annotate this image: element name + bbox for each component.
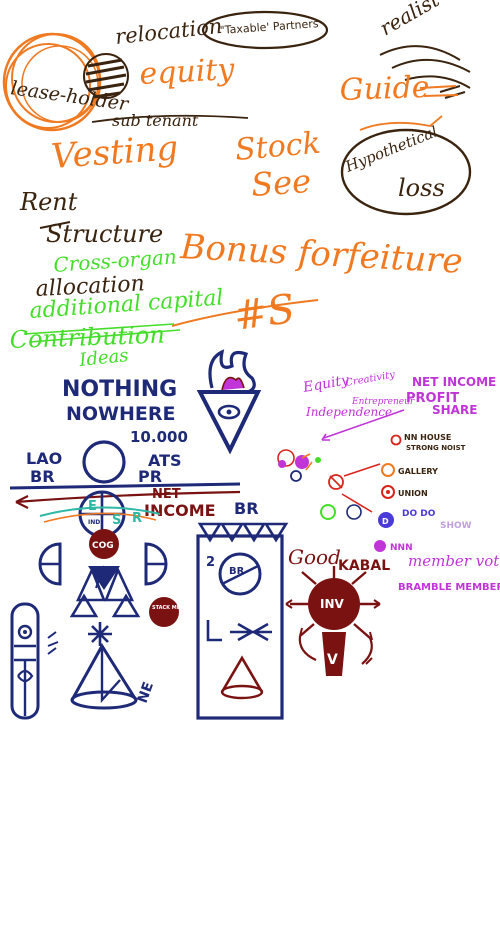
- guide-label: Guide: [339, 70, 430, 108]
- node-small-3: [295, 455, 309, 469]
- top-notes: relocation "Taxable' Partners realist le…: [2, 0, 472, 282]
- navy-node: [346, 504, 362, 520]
- br-panel-label: BR: [234, 499, 259, 518]
- flame-eye-symbol: [196, 349, 262, 455]
- equity-label: equity: [139, 52, 237, 92]
- vesting-label: Vesting: [50, 128, 180, 177]
- equity-right-label: Equity: [301, 372, 351, 396]
- cone-shape: [70, 643, 138, 710]
- ne-label: NE: [135, 680, 157, 705]
- r-label: R: [132, 511, 142, 526]
- ten-thousand-label: 10.000: [130, 428, 188, 446]
- two-label: 2: [206, 555, 215, 570]
- union-node-dot: [386, 490, 390, 494]
- realist-label: realist: [376, 0, 445, 40]
- strong-noist-label: STRONG NOIST: [406, 444, 466, 452]
- nnn-node: [374, 540, 386, 552]
- independence-label: Independence: [305, 405, 392, 419]
- ideas-label: Ideas: [77, 345, 129, 371]
- loss-label: loss: [398, 174, 445, 202]
- sub-tenant-label: sub tenant: [112, 111, 199, 130]
- red-link: [341, 493, 373, 513]
- v-label: V: [327, 652, 338, 668]
- rent-label: Rent: [19, 188, 78, 216]
- creativity-label: Creativity: [345, 369, 397, 389]
- br-label-left: BR: [30, 467, 55, 486]
- pr-label: PR: [138, 467, 162, 486]
- see-label: See: [250, 162, 312, 204]
- nothing-cluster: NOTHING NOWHERE 10.000 LAO BR ATS PR: [26, 377, 188, 486]
- node-small-2: [278, 460, 286, 468]
- net-income-right: NET INCOME: [412, 375, 496, 389]
- income-label: INCOME: [144, 501, 216, 520]
- triangle-group: [69, 565, 141, 618]
- whiteboard-canvas: relocation "Taxable' Partners realist le…: [2, 0, 500, 720]
- ind-label: IND: [88, 519, 100, 526]
- lease-label: lease-holder: [9, 77, 131, 116]
- union-label: UNION: [398, 489, 428, 498]
- cog-node: COG: [89, 529, 119, 559]
- star-mark: [88, 622, 112, 646]
- taxable-partners-label: "Taxable' Partners: [219, 17, 319, 37]
- node-small-5: [315, 457, 321, 463]
- stack-meme-label: STACK MEME MARKET: [152, 605, 214, 611]
- node-small-4: [290, 470, 302, 482]
- stack-meme-badge: STACK MEME MARKET: [149, 597, 214, 627]
- bonus-label: Bonus forfeiture: [179, 227, 464, 282]
- relocation-label: relocation: [114, 14, 223, 49]
- member-vote-label: member vote: [408, 552, 500, 570]
- bramble-member-label: BRAMBLE MEMBER: [398, 582, 500, 593]
- inv-label: INV: [320, 597, 345, 611]
- lao-label: LAO: [26, 449, 62, 468]
- cog-label: COG: [92, 541, 114, 551]
- kabal-wheel: Good KABAL INV V: [285, 545, 390, 676]
- show-label: SHOW: [440, 521, 472, 531]
- gallery-label: GALLERY: [398, 467, 438, 476]
- do-do-node-letter: D: [382, 517, 389, 526]
- hash-s-mark: #S: [231, 286, 298, 340]
- e-label: E: [88, 499, 97, 514]
- central-circle: [82, 440, 126, 484]
- do-do-label: DO DO: [402, 509, 436, 519]
- kabal-label: KABAL: [338, 558, 390, 574]
- good-label: Good: [288, 545, 341, 569]
- br-circle-label: BR: [229, 566, 245, 577]
- nn-house-label: NN HOUSE: [404, 433, 451, 442]
- green-node: [320, 504, 336, 520]
- nowhere-label: NOWHERE: [66, 403, 176, 425]
- nothing-label: NOTHING: [62, 377, 177, 402]
- left-pillar: [10, 602, 59, 720]
- nn-house-node: [390, 434, 402, 446]
- s-label: S: [112, 513, 121, 528]
- gallery-node: [381, 463, 395, 477]
- share-label: SHARE: [432, 403, 477, 417]
